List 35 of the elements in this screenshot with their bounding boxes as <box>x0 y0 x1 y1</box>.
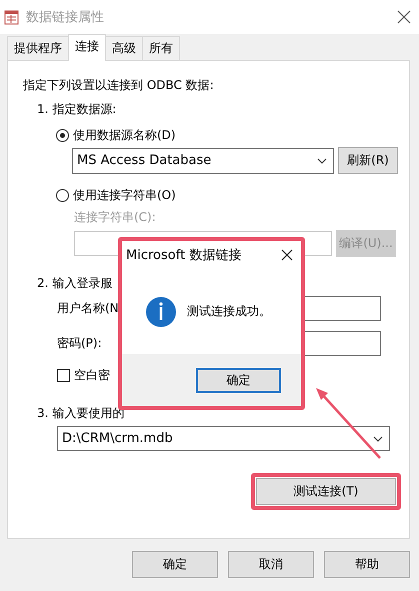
dialog-button[interactable]: 帮助 <box>324 551 410 578</box>
refresh-button[interactable]: 刷新(R) <box>338 147 398 174</box>
dialog-button[interactable]: 取消 <box>228 551 314 578</box>
field-label: 用户名称(N <box>57 300 120 316</box>
radio-button[interactable] <box>56 188 69 202</box>
radio-label: 使用连接字符串(O) <box>73 186 176 204</box>
dialog-title: Microsoft 数据链接 <box>126 247 242 264</box>
window-title: 数据链接属性 <box>26 9 105 26</box>
tab[interactable]: 提供程序 <box>7 36 69 60</box>
checkbox[interactable] <box>57 368 70 382</box>
ok-button[interactable]: 确定 <box>196 368 281 392</box>
checkbox-option[interactable]: 空白密 <box>23 366 110 384</box>
properties-icon <box>4 9 20 25</box>
instruction-text: 指定下列设置以连接到 ODBC 数据: <box>23 77 215 94</box>
radio-label: 使用数据源名称(D) <box>73 126 176 144</box>
radio-button[interactable] <box>56 128 69 142</box>
test-connection-button[interactable]: 测试连接(T) <box>256 478 396 505</box>
data-source-dropdown[interactable]: MS Access Database <box>72 148 334 174</box>
radio-option[interactable]: 使用数据源名称(D) <box>23 126 176 144</box>
tab[interactable]: 所有 <box>142 36 180 60</box>
chevron-down-icon <box>373 436 383 442</box>
tab[interactable]: 连接 <box>68 34 106 61</box>
field-label: 连接字符串(C): <box>73 209 157 226</box>
field-label: 密码(P): <box>57 334 103 352</box>
checkbox-label: 空白密 <box>74 366 110 384</box>
close-icon[interactable] <box>281 249 293 261</box>
info-icon <box>145 296 177 328</box>
dialog-message: 测试连接成功。 <box>187 303 271 320</box>
radio-option[interactable]: 使用连接字符串(O) <box>23 186 176 204</box>
catalog-dropdown[interactable]: D:\CRM\crm.mdb <box>57 426 390 451</box>
section-label: 1. 指定数据源: <box>36 101 118 118</box>
close-icon[interactable] <box>397 10 411 24</box>
chevron-down-icon <box>317 158 327 164</box>
dialog-button[interactable]: 确定 <box>132 551 218 578</box>
section-label: 2. 输入登录服 <box>36 275 114 292</box>
